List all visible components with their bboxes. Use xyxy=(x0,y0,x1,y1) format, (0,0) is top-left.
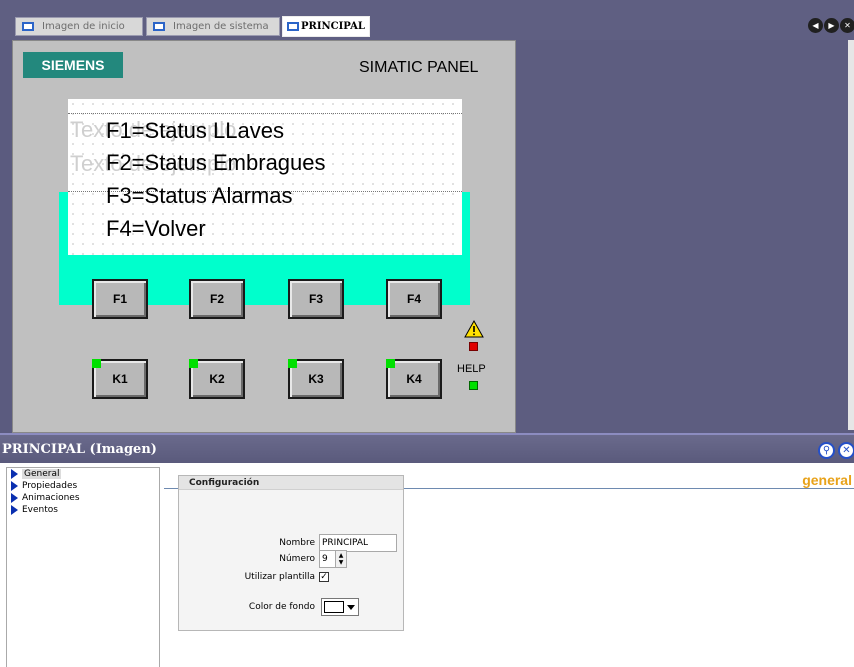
chevron-down-icon[interactable]: ▼ xyxy=(339,559,344,566)
alarm-led xyxy=(469,342,478,351)
sidebar-item-label: Propiedades xyxy=(22,481,78,491)
key-label: K2 xyxy=(209,372,225,386)
key-k1[interactable]: K1 xyxy=(92,359,148,399)
group-title: Configuración xyxy=(179,476,403,490)
tab-imagen-de-sistema[interactable]: Imagen de sistema xyxy=(146,17,280,36)
warning-icon xyxy=(464,320,484,338)
arrow-right-icon[interactable]: ▶ xyxy=(824,18,839,33)
tab-label: PRINCIPAL xyxy=(301,21,365,32)
menu-line-f2[interactable]: F2=Status Embragues xyxy=(106,150,326,176)
key-k2[interactable]: K2 xyxy=(189,359,245,399)
led-indicator xyxy=(288,359,297,368)
nombre-label: Nombre xyxy=(279,538,315,548)
screen-icon xyxy=(22,22,34,31)
close-icon[interactable]: ✕ xyxy=(838,442,854,459)
properties-header: PRINCIPAL (Imagen) ⚲ ✕ xyxy=(0,433,854,463)
numero-label: Número xyxy=(279,554,315,564)
field-border xyxy=(68,113,462,114)
arrow-right-icon xyxy=(11,493,18,503)
led-indicator xyxy=(92,359,101,368)
tab-label: Imagen de sistema xyxy=(173,21,269,32)
key-k4[interactable]: K4 xyxy=(386,359,442,399)
plantilla-checkbox[interactable]: ✓ xyxy=(319,572,329,582)
numero-stepper[interactable]: ▲ ▼ xyxy=(335,550,347,568)
key-k3[interactable]: K3 xyxy=(288,359,344,399)
properties-sidebar: General Propiedades Animaciones Eventos xyxy=(6,467,160,667)
sidebar-item-label: Animaciones xyxy=(22,493,80,503)
menu-line-f3[interactable]: F3=Status Alarmas xyxy=(106,183,292,209)
key-f2[interactable]: F2 xyxy=(189,279,245,319)
arrow-left-icon[interactable]: ◀ xyxy=(808,18,823,33)
siemens-logo: SIEMENS xyxy=(23,52,123,78)
help-led xyxy=(469,381,478,390)
key-label: K1 xyxy=(112,372,128,386)
color-picker[interactable] xyxy=(321,598,359,616)
tab-label: Imagen de inicio xyxy=(42,21,125,32)
help-label: HELP xyxy=(457,363,486,375)
plantilla-label: Utilizar plantilla xyxy=(244,572,315,582)
screen-icon xyxy=(287,22,299,31)
close-icon[interactable]: ✕ xyxy=(840,18,854,33)
menu-line-f4[interactable]: F4=Volver xyxy=(106,216,206,242)
key-label: K4 xyxy=(406,372,422,386)
key-label: K3 xyxy=(308,372,324,386)
arrow-right-icon xyxy=(11,505,18,515)
tab-bar: Imagen de inicio Imagen de sistema PRINC… xyxy=(0,0,854,40)
sidebar-item-propiedades[interactable]: Propiedades xyxy=(7,480,159,492)
screen-icon xyxy=(153,22,165,31)
text-area[interactable]: Texto de ejemplo Texto de ejemplo F1=Sta… xyxy=(68,99,462,255)
color-swatch xyxy=(324,601,344,613)
properties-content: general Configuración Nombre PRINCIPAL N… xyxy=(164,463,854,667)
vertical-scrollbar[interactable] xyxy=(848,40,854,430)
menu-line-f1[interactable]: F1=Status LLaves xyxy=(106,118,284,144)
key-f1[interactable]: F1 xyxy=(92,279,148,319)
simatic-panel: SIEMENS SIMATIC PANEL Texto de ejemplo T… xyxy=(12,40,516,433)
arrow-right-icon xyxy=(11,481,18,491)
properties-title: PRINCIPAL (Imagen) xyxy=(2,442,157,457)
led-indicator xyxy=(386,359,395,368)
key-f3[interactable]: F3 xyxy=(288,279,344,319)
workspace-background xyxy=(516,40,854,433)
led-indicator xyxy=(189,359,198,368)
tab-imagen-de-inicio[interactable]: Imagen de inicio xyxy=(15,17,143,36)
panel-title: SIMATIC PANEL xyxy=(359,59,479,76)
sidebar-item-label: Eventos xyxy=(22,505,58,515)
tab-principal[interactable]: PRINCIPAL xyxy=(282,16,370,37)
sidebar-item-eventos[interactable]: Eventos xyxy=(7,504,159,516)
pin-icon[interactable]: ⚲ xyxy=(818,442,835,459)
properties-body: General Propiedades Animaciones Eventos … xyxy=(0,463,854,667)
color-label: Color de fondo xyxy=(248,602,315,612)
sidebar-item-label: General xyxy=(22,469,62,479)
key-f4[interactable]: F4 xyxy=(386,279,442,319)
chevron-down-icon xyxy=(347,605,355,610)
sidebar-item-animaciones[interactable]: Animaciones xyxy=(7,492,159,504)
content-title: general xyxy=(802,472,852,488)
arrow-right-icon xyxy=(11,469,18,479)
configuracion-group: Configuración Nombre PRINCIPAL Número 9 … xyxy=(178,475,404,631)
chevron-up-icon[interactable]: ▲ xyxy=(339,552,344,559)
sidebar-item-general[interactable]: General xyxy=(7,468,159,480)
